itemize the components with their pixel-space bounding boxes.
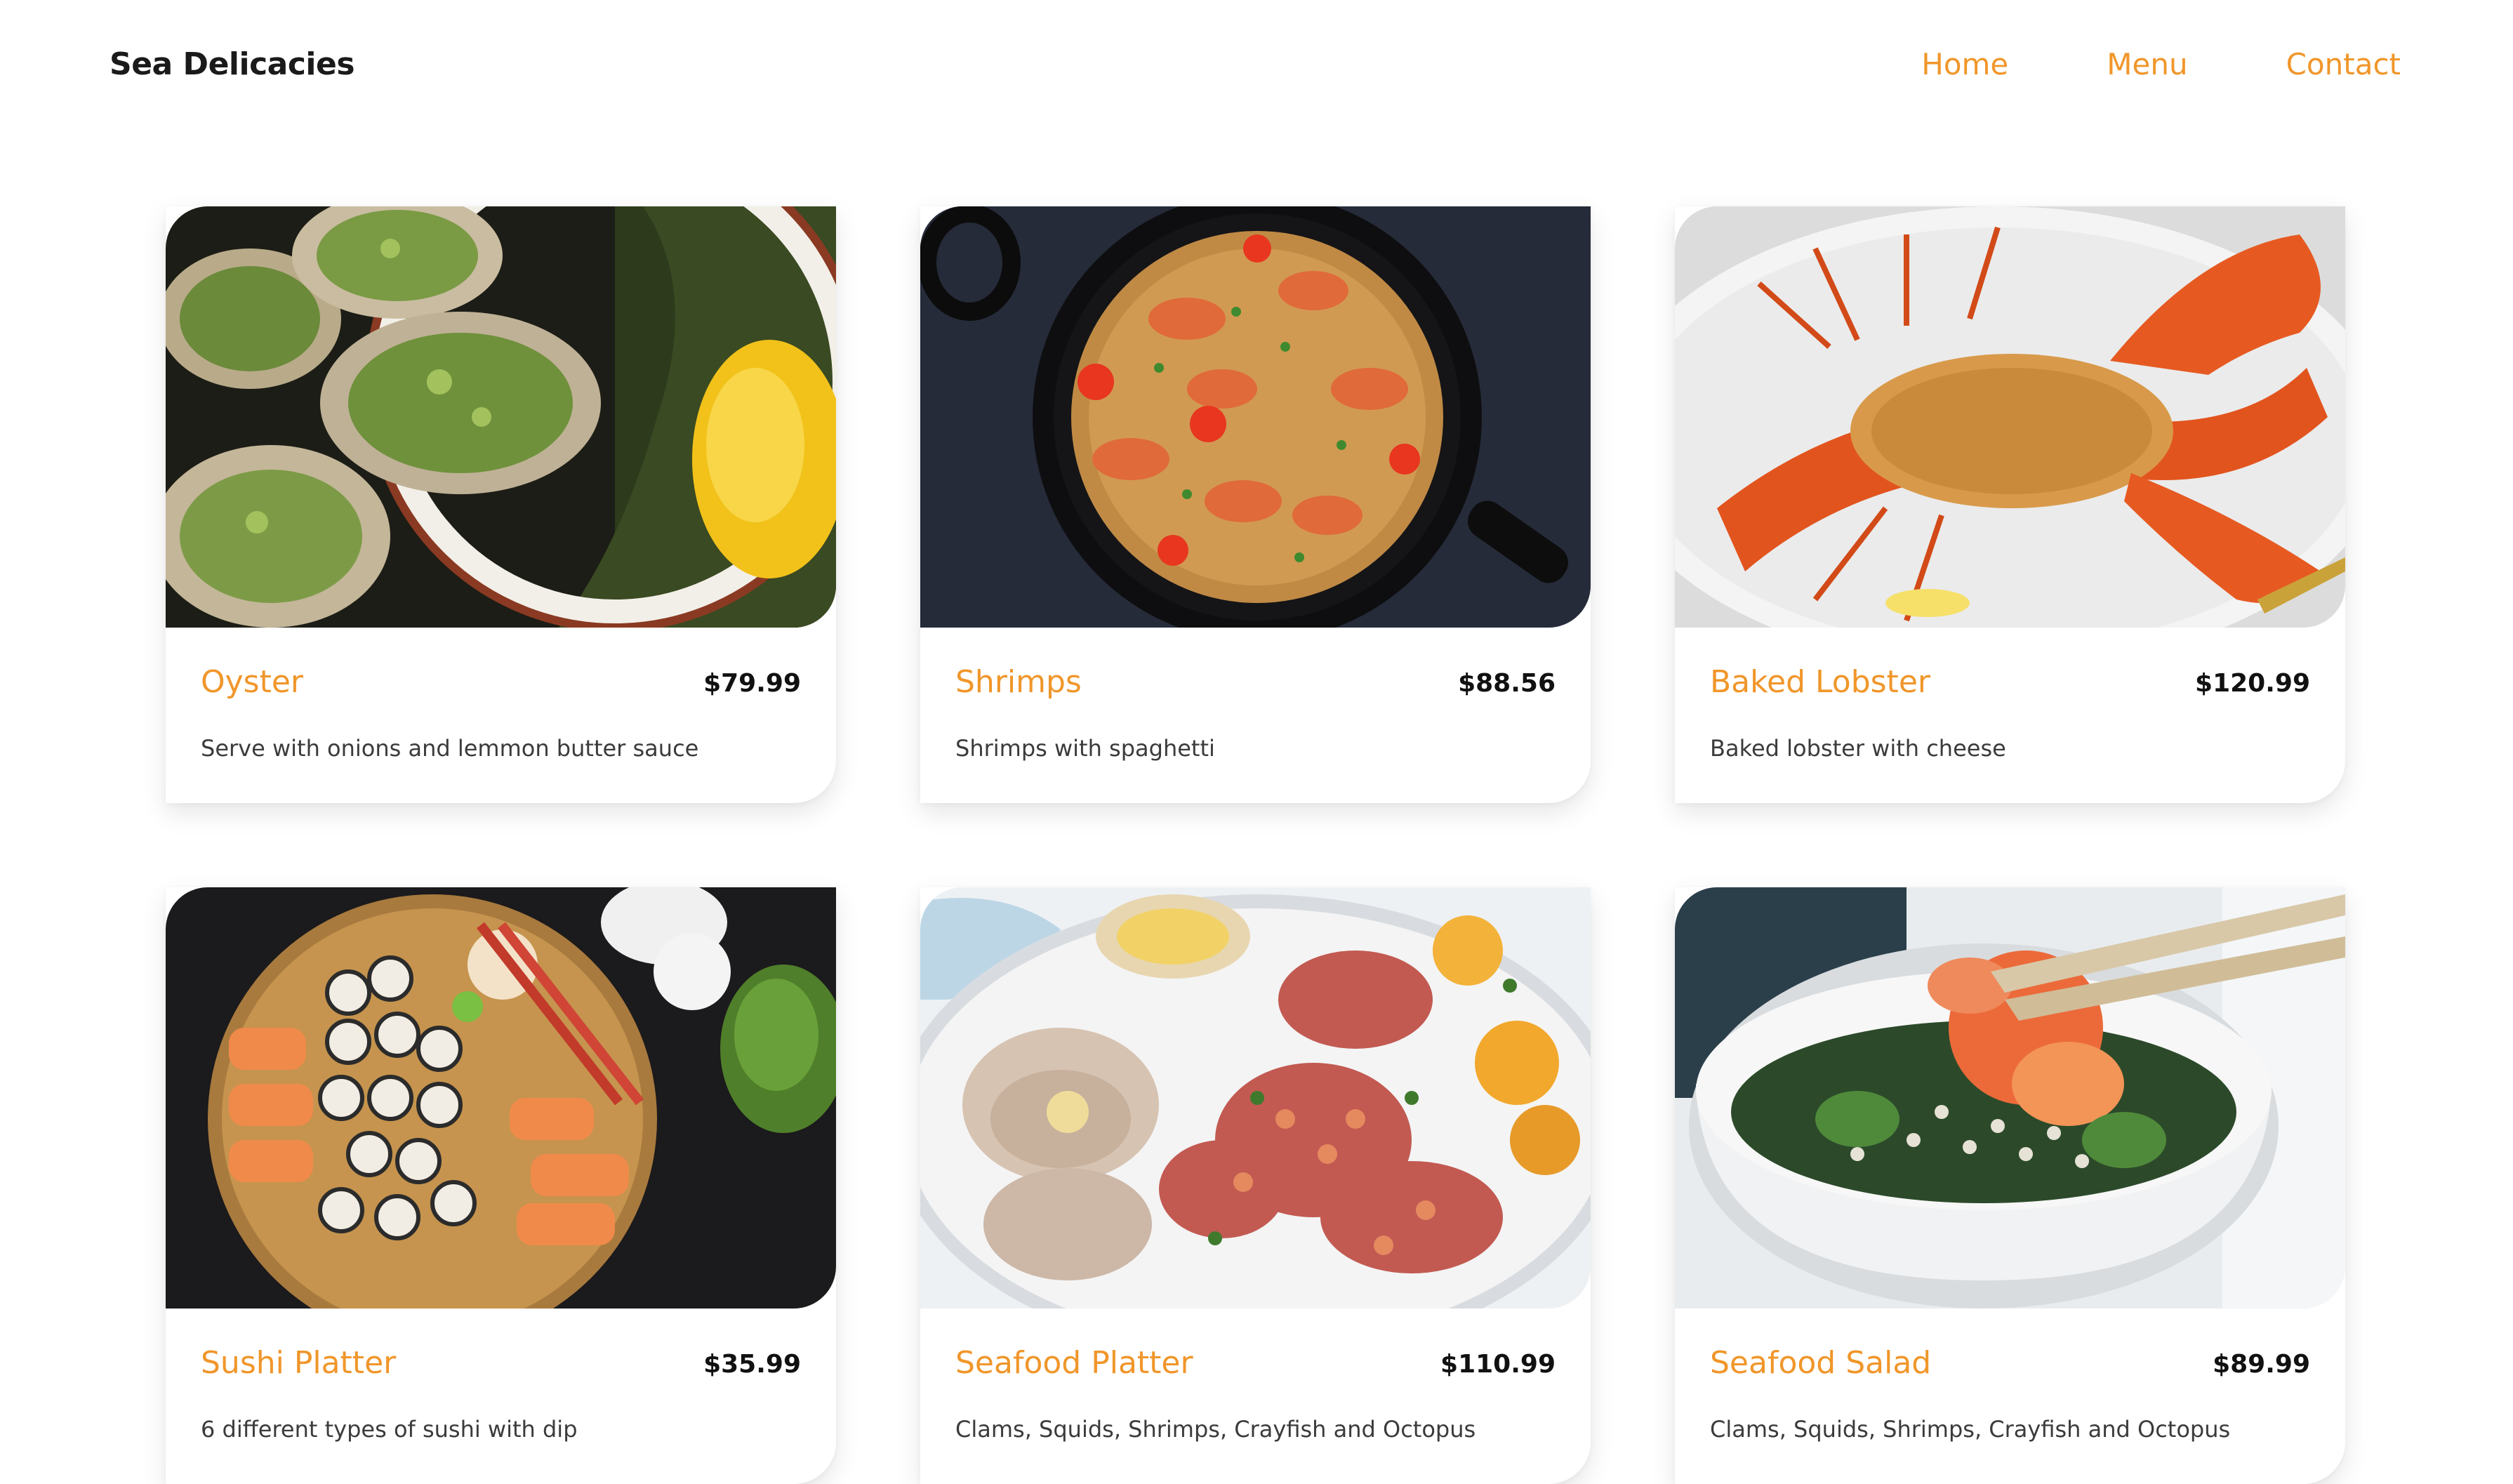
menu-card-seafood-platter[interactable]: Seafood Platter $110.99 Clams, Squids, S… (920, 887, 1591, 1484)
nav-home-link[interactable]: Home (1921, 45, 2008, 84)
card-title: Seafood Salad (1710, 1345, 1932, 1381)
card-description: Clams, Squids, Shrimps, Crayfish and Oct… (955, 1416, 1476, 1443)
nav-contact-link[interactable]: Contact (2286, 45, 2401, 84)
card-description: Serve with onions and lemmon butter sauc… (201, 735, 699, 762)
brand-logo[interactable]: Sea Delicacies (110, 45, 355, 84)
card-title: Shrimps (955, 664, 1082, 700)
seafood-platter-photo (920, 887, 1591, 1309)
sushi-platter-photo (166, 887, 836, 1309)
menu-card-seafood-salad[interactable]: Seafood Salad $89.99 Clams, Squids, Shri… (1675, 887, 2345, 1484)
card-description: 6 different types of sushi with dip (201, 1416, 578, 1443)
card-title: Seafood Platter (955, 1345, 1193, 1381)
seafood-salad-photo (1675, 887, 2345, 1309)
site-header: Sea Delicacies Home Menu Contact (0, 0, 2513, 133)
card-price: $110.99 (1440, 1350, 1556, 1379)
menu-grid: Oyster $79.99 Serve with onions and lemm… (166, 206, 2346, 1484)
card-price: $89.99 (2213, 1350, 2310, 1379)
card-title: Oyster (201, 664, 304, 700)
menu-card-sushi-platter[interactable]: Sushi Platter $35.99 6 different types o… (166, 887, 836, 1484)
card-title: Baked Lobster (1710, 664, 1930, 700)
card-description: Clams, Squids, Shrimps, Crayfish and Oct… (1710, 1416, 2231, 1443)
card-price: $79.99 (703, 669, 801, 698)
menu-card-shrimps[interactable]: Shrimps $88.56 Shrimps with spaghetti (920, 206, 1591, 803)
menu-card-baked-lobster[interactable]: Baked Lobster $120.99 Baked lobster with… (1675, 206, 2345, 803)
card-description: Shrimps with spaghetti (955, 735, 1215, 762)
menu-card-oyster[interactable]: Oyster $79.99 Serve with onions and lemm… (166, 206, 836, 803)
nav-menu-link[interactable]: Menu (2107, 45, 2187, 84)
card-description: Baked lobster with cheese (1710, 735, 2006, 762)
oysters-photo (166, 206, 836, 628)
card-price: $35.99 (703, 1350, 801, 1379)
baked-lobster-photo (1675, 206, 2345, 628)
main-nav: Home Menu Contact (1921, 45, 2401, 84)
card-title: Sushi Platter (201, 1345, 397, 1381)
card-price: $88.56 (1458, 669, 1556, 698)
card-price: $120.99 (2195, 669, 2310, 698)
shrimp-pasta-photo (920, 206, 1591, 628)
